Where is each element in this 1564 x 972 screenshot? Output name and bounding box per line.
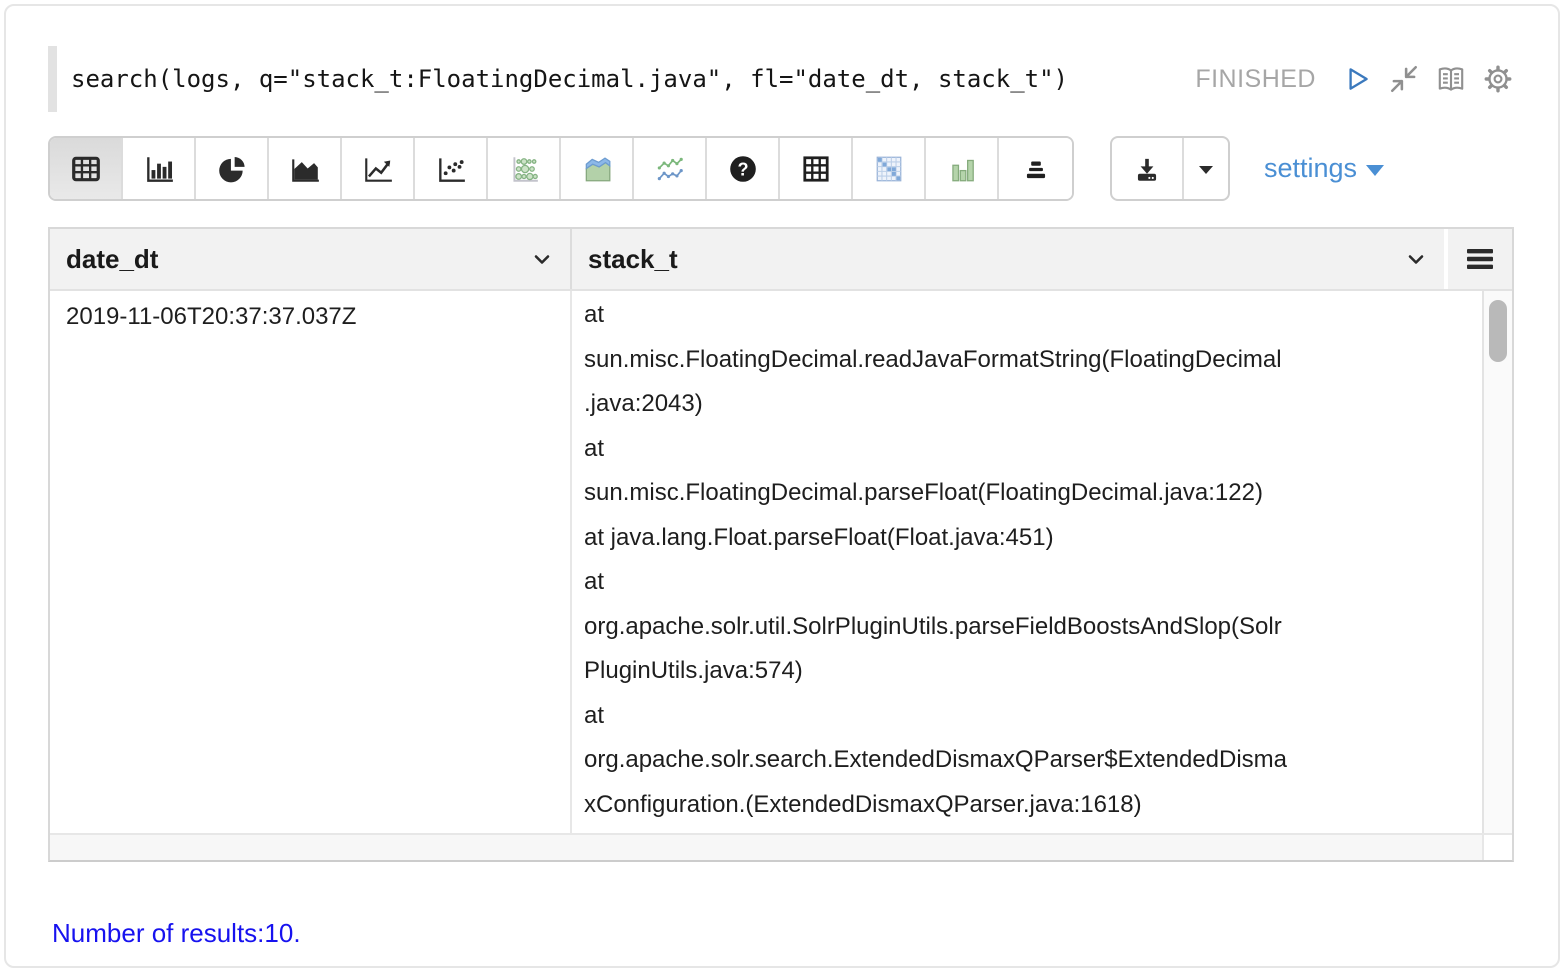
- notebook-paragraph: search(logs, q="stack_t:FloatingDecimal.…: [4, 4, 1560, 968]
- viz-scatter-chart-button[interactable]: [415, 138, 488, 199]
- viz-pyramid-chart-button[interactable]: [999, 138, 1072, 199]
- viz-grid-table-button[interactable]: [780, 138, 853, 199]
- bar-chart-icon: [143, 153, 175, 185]
- column-label: date_dt: [66, 244, 158, 275]
- area-chart-icon: [289, 153, 321, 185]
- viz-heatmap-button[interactable]: [853, 138, 926, 199]
- pie-chart-icon: [216, 153, 248, 185]
- table-icon: [70, 153, 102, 185]
- column-chart-icon: [946, 153, 978, 185]
- download-button-group: [1110, 136, 1230, 201]
- viz-column-chart-button[interactable]: [926, 138, 999, 199]
- viz-bar-chart-button[interactable]: [123, 138, 196, 199]
- stack-line: org.apache.solr.util.SolrPluginUtils.par…: [584, 605, 1468, 650]
- settings-caret-icon: [1366, 165, 1384, 176]
- paragraph-header: search(logs, q="stack_t:FloatingDecimal.…: [48, 46, 1514, 112]
- status-label: FINISHED: [1195, 65, 1316, 94]
- editor-gutter: [48, 46, 57, 112]
- download-options-button[interactable]: [1184, 138, 1228, 199]
- viz-line-chart-button[interactable]: [342, 138, 415, 199]
- vertical-scrollbar-thumb[interactable]: [1489, 300, 1507, 362]
- stacked-area-chart-icon: [581, 153, 613, 185]
- stack-line: at: [584, 427, 1468, 472]
- results-table: date_dt stack_t: [48, 227, 1514, 862]
- vertical-scrollbar[interactable]: [1482, 291, 1512, 833]
- viz-button-group: ?: [48, 136, 1074, 201]
- stack-line: .java:2043): [584, 382, 1468, 427]
- gear-icon[interactable]: [1482, 63, 1514, 95]
- cell-date-dt: 2019-11-06T20:37:37.037Z: [50, 291, 572, 833]
- cell-stack-t: at sun.misc.FloatingDecimal.readJavaForm…: [572, 291, 1482, 833]
- download-button[interactable]: [1112, 138, 1184, 199]
- pyramid-chart-icon: [1020, 153, 1052, 185]
- scatter-chart-icon: [435, 153, 467, 185]
- heatmap-icon: [873, 153, 905, 185]
- stack-line: sun.misc.FloatingDecimal.readJavaFormatS…: [584, 338, 1468, 383]
- column-label: stack_t: [588, 244, 678, 275]
- horizontal-scrollbar-track[interactable]: [50, 835, 1482, 860]
- viz-bubble-chart-button[interactable]: [488, 138, 561, 199]
- grid-table-icon: [800, 153, 832, 185]
- viz-help-button[interactable]: ?: [707, 138, 780, 199]
- stack-line: sun.misc.FloatingDecimal.parseFloat(Floa…: [584, 471, 1468, 516]
- table-menu-button[interactable]: [1448, 229, 1512, 289]
- viz-multi-line-chart-button[interactable]: [634, 138, 707, 199]
- chevron-down-icon[interactable]: [1404, 247, 1428, 271]
- help-icon: ?: [727, 153, 759, 185]
- display-toolbar: ?: [48, 136, 1514, 201]
- svg-text:?: ?: [737, 159, 748, 179]
- stack-line: at: [584, 694, 1468, 739]
- scrollbar-corner: [1482, 835, 1512, 860]
- column-header-date-dt[interactable]: date_dt: [50, 229, 572, 289]
- horizontal-scrollbar[interactable]: [50, 833, 1512, 860]
- table-header-row: date_dt stack_t: [50, 229, 1512, 291]
- viz-stacked-area-chart-button[interactable]: [561, 138, 634, 199]
- stack-line: at java.lang.Float.parseFloat(Float.java…: [584, 516, 1468, 561]
- hamburger-menu-icon: [1465, 246, 1495, 272]
- run-icon[interactable]: [1341, 63, 1373, 95]
- chevron-down-icon[interactable]: [530, 247, 554, 271]
- viz-area-chart-button[interactable]: [269, 138, 342, 199]
- download-icon: [1131, 153, 1163, 185]
- caret-down-icon: [1193, 156, 1219, 182]
- results-count-text: Number of results:10.: [52, 918, 1558, 949]
- book-icon[interactable]: [1435, 63, 1467, 95]
- stack-line: org.apache.solr.search.ExtendedDismaxQPa…: [584, 738, 1468, 783]
- multi-line-chart-icon: [654, 153, 686, 185]
- line-chart-icon: [362, 153, 394, 185]
- viz-table-button[interactable]: [50, 138, 123, 199]
- bubble-chart-icon: [508, 153, 540, 185]
- settings-link[interactable]: settings: [1264, 153, 1384, 184]
- column-header-stack-t[interactable]: stack_t: [572, 229, 1448, 289]
- stack-line: at: [584, 560, 1468, 605]
- viz-pie-chart-button[interactable]: [196, 138, 269, 199]
- compress-icon[interactable]: [1388, 63, 1420, 95]
- code-editor[interactable]: search(logs, q="stack_t:FloatingDecimal.…: [71, 65, 1195, 93]
- stack-line: xConfiguration.(ExtendedDismaxQParser.ja…: [584, 783, 1468, 828]
- stack-line: at: [584, 293, 1468, 338]
- table-body: 2019-11-06T20:37:37.037Z at sun.misc.Flo…: [50, 291, 1512, 833]
- stack-line: PluginUtils.java:574): [584, 649, 1468, 694]
- settings-label: settings: [1264, 153, 1357, 184]
- paragraph-controls: FINISHED: [1195, 63, 1514, 95]
